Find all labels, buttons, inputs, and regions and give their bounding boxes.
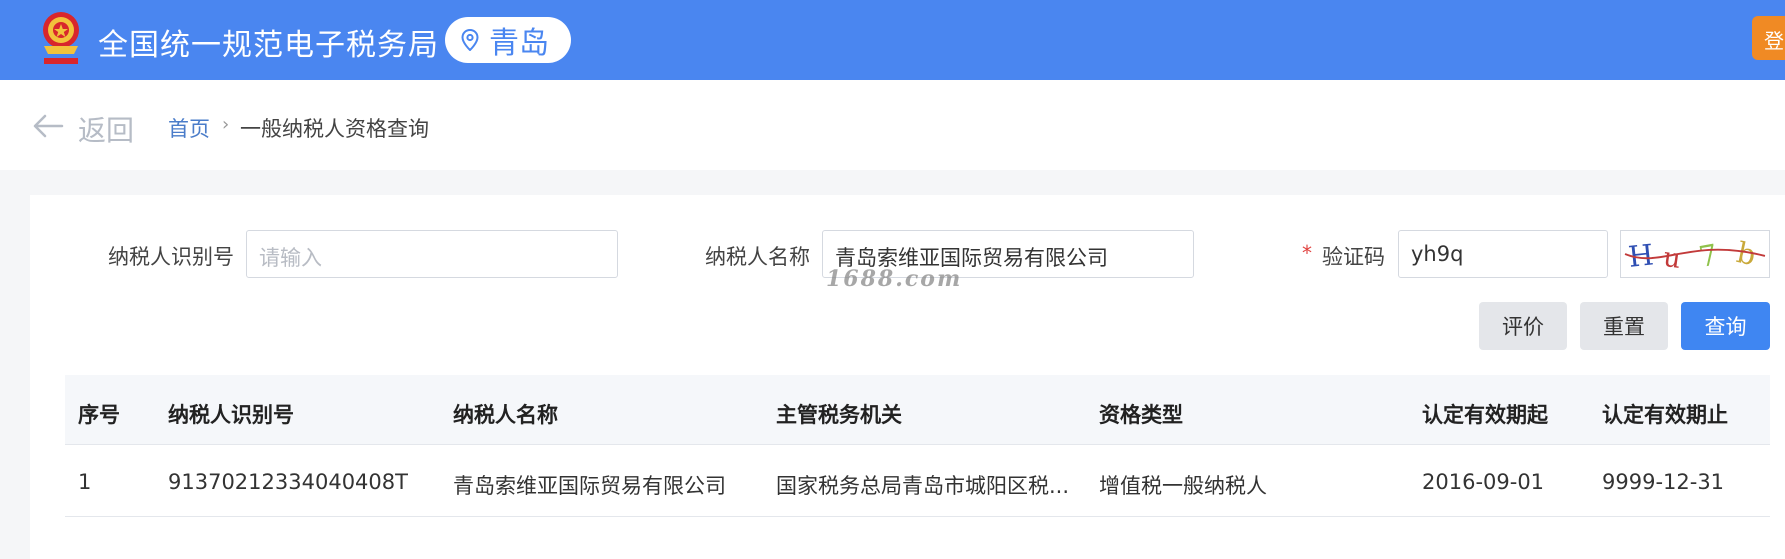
location-pin-icon bbox=[461, 29, 479, 51]
column-header-index: 序号 bbox=[78, 403, 120, 427]
column-header-valid-from: 认定有效期起 bbox=[1422, 403, 1548, 427]
tax-emblem-icon bbox=[43, 12, 79, 64]
svg-text:u: u bbox=[1661, 242, 1682, 275]
cell-valid-to: 9999-12-31 bbox=[1602, 470, 1725, 494]
cell-taxpayer-name: 青岛索维亚国际贸易有限公司 bbox=[453, 474, 726, 498]
cell-index: 1 bbox=[78, 470, 92, 494]
cell-taxpayer-id: 91370212334040408T bbox=[168, 470, 408, 494]
region-selector[interactable]: 青岛 bbox=[445, 17, 571, 63]
column-header-taxpayer-name: 纳税人名称 bbox=[453, 403, 558, 427]
query-button[interactable]: 查询 bbox=[1681, 302, 1770, 350]
captcha-label: 验证码 bbox=[1322, 245, 1385, 269]
breadcrumb-separator: › bbox=[222, 114, 230, 135]
top-header: 全国统一规范电子税务局 青岛 登录 bbox=[0, 0, 1785, 80]
required-mark: * bbox=[1302, 241, 1312, 265]
region-name: 青岛 bbox=[489, 26, 549, 61]
captcha-image[interactable]: H u 7 b bbox=[1620, 230, 1770, 278]
reset-button[interactable]: 重置 bbox=[1580, 302, 1668, 350]
breadcrumb-home-link[interactable]: 首页 bbox=[168, 113, 210, 143]
captcha-input[interactable]: yh9q bbox=[1398, 230, 1608, 278]
cell-qualification-type: 增值税一般纳税人 bbox=[1099, 474, 1267, 498]
back-arrow-icon[interactable] bbox=[32, 110, 64, 142]
column-header-valid-to: 认定有效期止 bbox=[1602, 403, 1728, 427]
breadcrumb-current-page: 一般纳税人资格查询 bbox=[240, 117, 429, 141]
column-header-qualification-type: 资格类型 bbox=[1099, 403, 1183, 427]
column-header-tax-authority: 主管税务机关 bbox=[776, 403, 902, 427]
back-button[interactable]: 返回 bbox=[78, 109, 134, 149]
taxpayer-name-label: 纳税人名称 bbox=[705, 245, 810, 269]
site-title: 全国统一规范电子税务局 bbox=[98, 28, 439, 63]
taxpayer-id-input[interactable]: 请输入 bbox=[246, 230, 618, 278]
login-button[interactable]: 登录 bbox=[1752, 16, 1785, 60]
svg-text:7: 7 bbox=[1696, 237, 1720, 274]
watermark-text: 1688.com bbox=[826, 266, 963, 292]
taxpayer-id-label: 纳税人识别号 bbox=[108, 245, 234, 269]
evaluate-button[interactable]: 评价 bbox=[1479, 302, 1567, 350]
cell-tax-authority: 国家税务总局青岛市城阳区税... bbox=[776, 474, 1070, 498]
column-header-taxpayer-id: 纳税人识别号 bbox=[168, 403, 294, 427]
cell-valid-from: 2016-09-01 bbox=[1422, 470, 1545, 494]
